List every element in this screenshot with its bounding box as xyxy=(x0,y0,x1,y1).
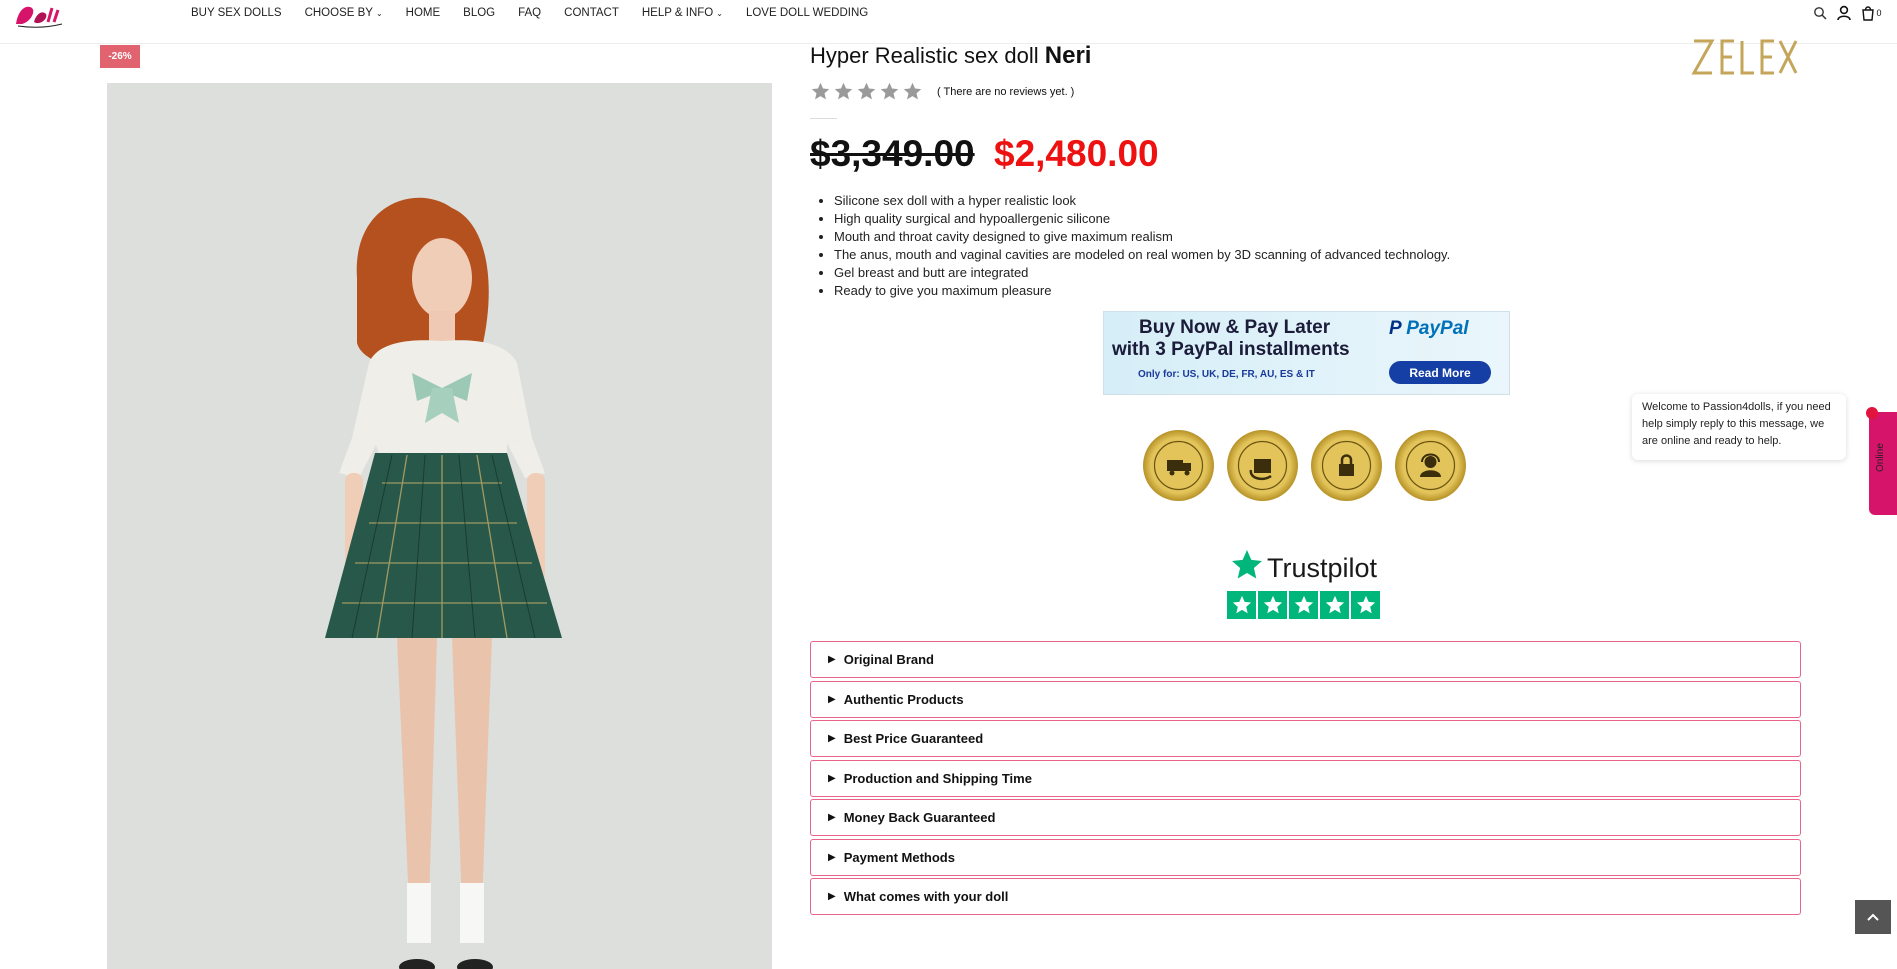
product-title: Hyper Realistic sex doll Neri xyxy=(810,42,1091,70)
trustpilot-star-icon xyxy=(1232,550,1262,579)
trustpilot-widget[interactable]: Trustpilot xyxy=(1225,547,1385,621)
triangle-right-icon: ▶ xyxy=(828,733,836,744)
paypal-logo: P PayPal xyxy=(1389,318,1469,339)
read-more-button[interactable]: Read More xyxy=(1389,361,1491,384)
star-icon xyxy=(1289,591,1318,619)
nav-help-info[interactable]: HELP & INFO ⌄ xyxy=(642,7,723,19)
paypal-subheadline: with 3 PayPal installments xyxy=(1112,339,1350,360)
nav-label: LOVE DOLL WEDDING xyxy=(745,7,869,19)
nav-buy-sex-dolls[interactable]: BUY SEX DOLLS xyxy=(191,7,282,19)
paypal-installments-banner[interactable]: Buy Now & Pay Later with 3 PayPal instal… xyxy=(1103,311,1510,395)
chevron-down-icon: ⌄ xyxy=(716,8,723,18)
accordion-payment-methods[interactable]: ▶ Payment Methods xyxy=(810,839,1801,876)
star-icon xyxy=(880,82,899,100)
feature-item: Gel breast and butt are integrated xyxy=(834,264,1450,282)
nav-home[interactable]: HOME xyxy=(406,7,441,19)
star-icon xyxy=(1258,591,1287,619)
nav-love-doll-wedding[interactable]: LOVE DOLL WEDDING xyxy=(746,7,868,19)
accordion-what-comes[interactable]: ▶ What comes with your doll xyxy=(810,878,1801,915)
star-icon xyxy=(811,82,830,100)
brand-logo xyxy=(1690,37,1800,77)
triangle-right-icon: ▶ xyxy=(828,654,836,665)
accordion-authentic-products[interactable]: ▶ Authentic Products xyxy=(810,681,1801,718)
secure-payment-seal-icon xyxy=(1311,430,1382,501)
triangle-right-icon: ▶ xyxy=(828,852,836,863)
cart-icon[interactable]: 0 xyxy=(1859,4,1883,22)
nav-contact[interactable]: CONTACT xyxy=(564,7,619,19)
star-icon xyxy=(1351,591,1380,619)
nav-label: CONTACT xyxy=(564,7,619,19)
header-icons: 0 xyxy=(1811,4,1883,22)
scroll-to-top-button[interactable] xyxy=(1855,900,1891,934)
nav-label: HOME xyxy=(405,7,441,19)
feature-list: Silicone sex doll with a hyper realistic… xyxy=(812,192,1450,300)
reviews-link[interactable]: ( There are no reviews yet. ) xyxy=(937,86,1074,98)
top-navigation-bar: BUY SEX DOLLS CHOOSE BY ⌄ HOME BLOG FAQ C… xyxy=(0,0,1897,44)
triangle-right-icon: ▶ xyxy=(828,773,836,784)
nav-label: HELP & INFO xyxy=(641,7,714,19)
accordion-label: Authentic Products xyxy=(843,692,964,707)
cart-count: 0 xyxy=(1876,8,1882,18)
chat-welcome-message[interactable]: Welcome to Passion4dolls, if you need he… xyxy=(1632,394,1846,460)
feature-item: Silicone sex doll with a hyper realistic… xyxy=(834,192,1450,210)
triangle-right-icon: ▶ xyxy=(828,812,836,823)
nav-label: BLOG xyxy=(463,7,496,19)
triangle-right-icon: ▶ xyxy=(828,694,836,705)
triangle-right-icon: ▶ xyxy=(828,891,836,902)
star-icon xyxy=(903,82,922,100)
paypal-countries: Only for: US, UK, DE, FR, AU, ES & IT xyxy=(1138,369,1315,380)
old-price: $3,349.00 xyxy=(810,133,975,174)
accordion-label: Payment Methods xyxy=(843,850,955,865)
nav-blog[interactable]: BLOG xyxy=(463,7,495,19)
accordion-label: Money Back Guaranteed xyxy=(843,810,996,825)
nav-faq[interactable]: FAQ xyxy=(518,7,541,19)
star-icon xyxy=(857,82,876,100)
feature-item: The anus, mouth and vaginal cavities are… xyxy=(834,246,1450,264)
star-icon xyxy=(1320,591,1349,619)
nav-label: CHOOSE BY xyxy=(304,7,373,19)
main-menu: BUY SEX DOLLS CHOOSE BY ⌄ HOME BLOG FAQ C… xyxy=(191,7,891,19)
divider xyxy=(810,118,837,119)
chat-tab-label: Online xyxy=(1875,443,1886,472)
chat-online-tab[interactable]: Online xyxy=(1869,412,1897,515)
accordion-label: Original Brand xyxy=(843,652,934,667)
accordion-best-price[interactable]: ▶ Best Price Guaranteed xyxy=(810,720,1801,757)
chevron-up-icon xyxy=(1867,913,1879,921)
site-logo[interactable] xyxy=(12,0,64,30)
discount-badge: -26% xyxy=(100,45,140,68)
accordion-production-shipping[interactable]: ▶ Production and Shipping Time xyxy=(810,760,1801,797)
chevron-down-icon: ⌄ xyxy=(375,8,383,18)
sale-price: $2,480.00 xyxy=(994,133,1159,174)
chat-notification-dot xyxy=(1866,407,1878,419)
returns-seal-icon xyxy=(1227,430,1298,501)
feature-item: High quality surgical and hypoallergenic… xyxy=(834,210,1450,228)
nav-label: FAQ xyxy=(518,7,542,19)
accordion-label: What comes with your doll xyxy=(843,889,1009,904)
trustpilot-wordmark: Trustpilot xyxy=(1267,553,1378,583)
paypal-logo-text: PayPal xyxy=(1406,318,1469,339)
nav-choose-by[interactable]: CHOOSE BY ⌄ xyxy=(305,7,383,19)
rating-row: ( There are no reviews yet. ) xyxy=(810,81,1074,102)
accordion-label: Best Price Guaranteed xyxy=(843,731,984,746)
star-icon xyxy=(1227,591,1256,619)
star-icon xyxy=(834,82,853,100)
accordion-label: Production and Shipping Time xyxy=(843,771,1032,786)
product-name: Neri xyxy=(1044,42,1092,69)
user-icon[interactable] xyxy=(1835,4,1853,22)
feature-item: Ready to give you maximum pleasure xyxy=(834,282,1450,300)
title-prefix: Hyper Realistic sex doll xyxy=(810,43,1039,68)
paypal-headline: Buy Now & Pay Later xyxy=(1139,317,1331,338)
shipping-seal-icon xyxy=(1143,430,1214,501)
customer-service-seal-icon xyxy=(1395,430,1466,501)
search-icon[interactable] xyxy=(1811,4,1829,22)
trust-seals xyxy=(1143,430,1466,501)
accordion-money-back[interactable]: ▶ Money Back Guaranteed xyxy=(810,799,1801,836)
feature-item: Mouth and throat cavity designed to give… xyxy=(834,228,1450,246)
trustpilot-rating xyxy=(1227,591,1380,619)
accordion-original-brand[interactable]: ▶ Original Brand xyxy=(810,641,1801,678)
nav-label: BUY SEX DOLLS xyxy=(191,7,282,19)
product-image[interactable] xyxy=(107,83,772,969)
